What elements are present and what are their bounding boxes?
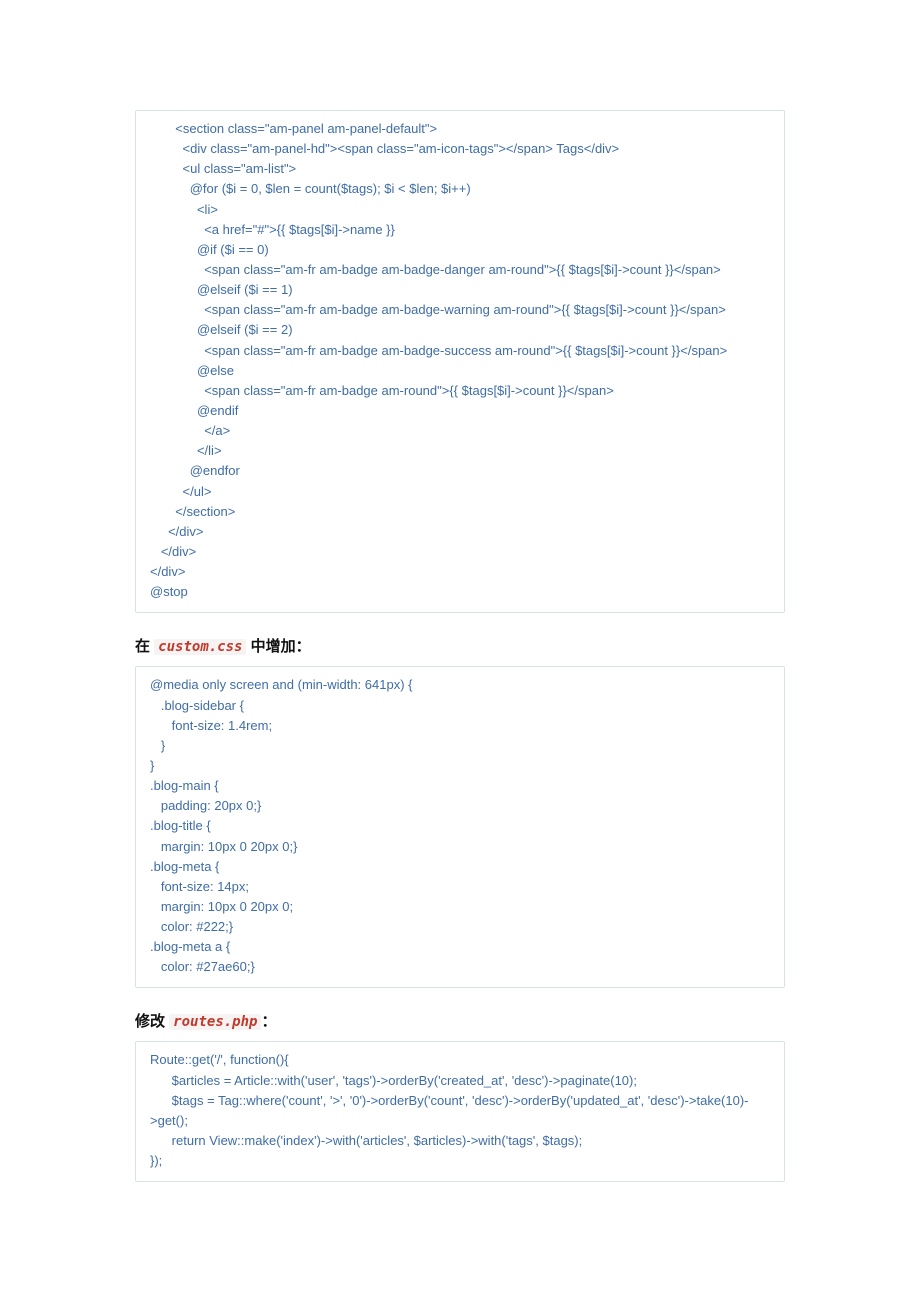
code-block-css: @media only screen and (min-width: 641px…: [135, 666, 785, 988]
code-content: <section class="am-panel am-panel-defaul…: [150, 119, 770, 602]
heading-custom-css: 在 custom.css 中增加：: [135, 635, 785, 656]
filename-routes-php: routes.php: [169, 1014, 261, 1030]
code-content: Route::get('/', function(){ $articles = …: [150, 1050, 770, 1171]
heading-text-post: 中增加：: [246, 638, 310, 655]
heading-text-pre: 在: [135, 638, 154, 655]
code-block-blade-template: <section class="am-panel am-panel-defaul…: [135, 110, 785, 613]
code-content: @media only screen and (min-width: 641px…: [150, 675, 770, 977]
code-block-php-routes: Route::get('/', function(){ $articles = …: [135, 1041, 785, 1182]
filename-custom-css: custom.css: [154, 639, 246, 655]
heading-text-post: ：: [261, 1013, 276, 1030]
document-page: <section class="am-panel am-panel-defaul…: [0, 0, 920, 1264]
heading-routes-php: 修改 routes.php：: [135, 1010, 785, 1031]
heading-text-pre: 修改: [135, 1013, 169, 1030]
